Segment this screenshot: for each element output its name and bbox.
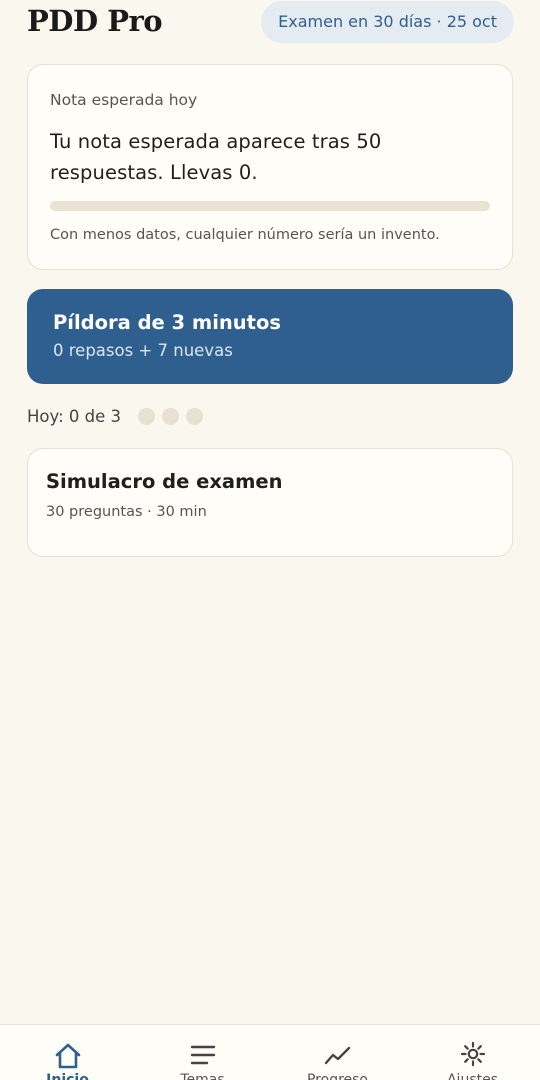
app-screen: PDD Pro Examen en 30 días · 25 oct Nota …: [0, 0, 540, 1080]
daily-goal-dot: [161, 407, 179, 425]
nav-label-progreso: Progreso: [306, 1072, 369, 1080]
exam-simulation-subtitle: 30 preguntas · 30 min: [46, 504, 207, 520]
home-icon: [55, 1043, 80, 1069]
app-title: PDD Pro: [27, 4, 163, 38]
nav-item-progreso[interactable]: Progreso: [270, 1025, 405, 1080]
daily-goal-label: Hoy: 0 de 3: [27, 406, 121, 426]
expected-grade-message: Tu nota esperada aparece tras 50 respues…: [50, 130, 382, 184]
nav-item-ajustes[interactable]: Ajustes: [405, 1025, 540, 1080]
answers-progress-bar: [50, 201, 490, 211]
chart-line-icon: [324, 1046, 350, 1065]
nav-item-inicio[interactable]: Inicio: [0, 1025, 135, 1080]
daily-goal-row: Hoy: 0 de 3: [27, 404, 210, 428]
nav-label-inicio: Inicio: [46, 1072, 89, 1080]
exam-date-badge[interactable]: Examen en 30 días · 25 oct: [261, 1, 514, 43]
list-icon: [190, 1045, 215, 1065]
nav-label-ajustes: Ajustes: [446, 1072, 499, 1080]
expected-grade-label: Nota esperada hoy: [50, 91, 198, 109]
expected-grade-note: Con menos datos, cualquier número sería …: [50, 227, 440, 243]
expected-grade-card: Nota esperada hoy Tu nota esperada apare…: [27, 64, 513, 270]
exam-simulation-title: Simulacro de examen: [46, 470, 283, 493]
nav-item-temas[interactable]: Temas: [135, 1025, 270, 1080]
nav-label-temas: Temas: [180, 1072, 225, 1080]
quick-pill-button[interactable]: Píldora de 3 minutos 0 repasos + 7 nueva…: [27, 289, 513, 384]
daily-goal-dots: [137, 407, 210, 425]
exam-simulation-card[interactable]: Simulacro de examen 30 preguntas · 30 mi…: [27, 448, 513, 557]
gear-icon: [460, 1041, 485, 1067]
pill-title: Píldora de 3 minutos: [53, 311, 282, 334]
header: PDD Pro Examen en 30 días · 25 oct: [0, 0, 540, 50]
pill-subtitle: 0 repasos + 7 nuevas: [53, 341, 233, 360]
daily-goal-dot: [185, 407, 203, 425]
bottom-nav: Inicio Temas Progreso Ajustes: [0, 1024, 540, 1080]
daily-goal-dot: [137, 407, 155, 425]
